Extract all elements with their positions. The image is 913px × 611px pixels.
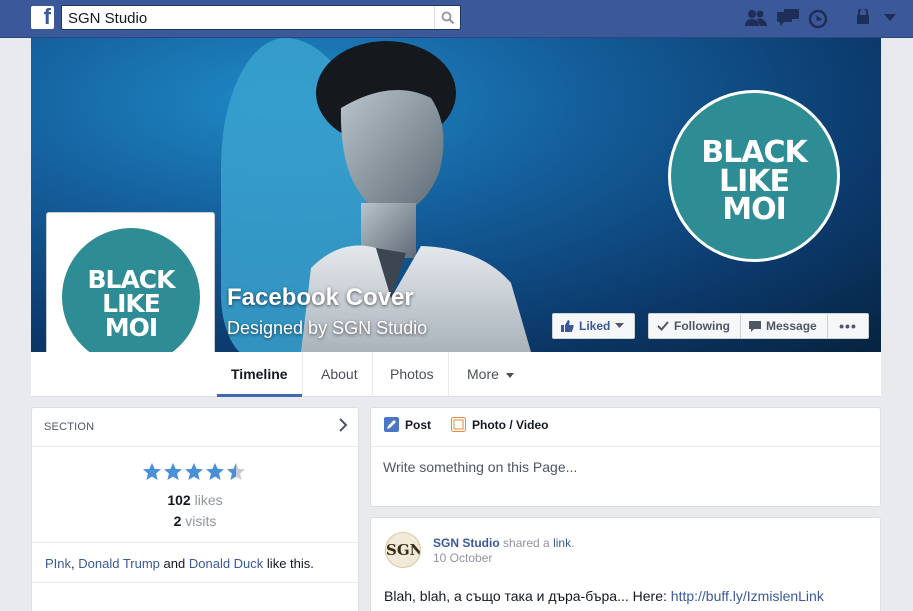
avatar-logo-text: SGN <box>386 541 421 559</box>
tab-photos[interactable]: Photos <box>376 352 449 397</box>
thumbs-up-icon <box>561 320 574 332</box>
star-icon <box>227 463 245 480</box>
checkmark-icon <box>657 321 669 331</box>
tab-timeline[interactable]: Timeline <box>217 352 303 397</box>
post-header: SGN Studio shared a link. <box>433 536 575 550</box>
search-input[interactable]: SGN Studio <box>68 10 147 27</box>
search-box[interactable]: SGN Studio <box>61 5 461 30</box>
like-this-text: like this. <box>266 556 314 571</box>
section-title: SECTION <box>44 421 95 433</box>
composer-input[interactable]: Write something on this Page... <box>371 446 880 487</box>
visits-count-line: 2 visits <box>32 513 358 529</box>
likes-count: 102 <box>167 492 191 508</box>
post-shared-link[interactable]: link <box>553 536 571 550</box>
post-composer: Post Photo / Video Write something on th… <box>370 407 881 507</box>
tab-about[interactable]: About <box>307 352 373 397</box>
cover-logo-line-3: MOI <box>722 192 787 227</box>
page-title: Facebook Cover <box>227 284 414 311</box>
page-tab-bar: Timeline About Photos More <box>31 352 881 397</box>
friend-link-donald-trump[interactable]: Donald Trump <box>78 556 160 571</box>
search-button[interactable] <box>434 6 460 29</box>
message-label: Message <box>766 319 817 333</box>
divider <box>32 582 358 583</box>
post-body-text: Blah, blah, а също така и дъра-бъра... H… <box>384 588 667 604</box>
composer-tab-post[interactable]: Post <box>384 417 431 432</box>
timeline-post: SGN SGN Studio shared a link. 10 October… <box>370 517 881 611</box>
profile-logo-line-3: MOI <box>104 312 158 342</box>
divider <box>32 542 358 543</box>
friends-like-line: PInk, Donald Trump and Donald Duck like … <box>45 556 314 571</box>
rating-stars <box>142 462 246 482</box>
star-icon <box>185 463 203 480</box>
star-icon <box>164 463 182 480</box>
visits-label: visits <box>185 513 217 529</box>
chevron-right-icon[interactable] <box>338 418 348 432</box>
following-label: Following <box>674 319 730 333</box>
search-icon <box>441 11 455 25</box>
cover-logo-badge: BLACK LIKE MOI <box>668 90 840 262</box>
account-menu-arrow-icon[interactable] <box>884 14 896 22</box>
privacy-shortcuts-icon[interactable] <box>856 9 874 25</box>
liked-button[interactable]: Liked <box>552 313 635 339</box>
chevron-down-icon <box>505 372 514 378</box>
post-author-avatar[interactable]: SGN <box>385 532 421 568</box>
post-body: Blah, blah, а също така и дъра-бъра... H… <box>384 588 824 604</box>
message-bubble-icon <box>749 320 761 332</box>
friend-link-donald-duck[interactable]: Donald Duck <box>189 556 263 571</box>
visits-count: 2 <box>173 513 182 529</box>
post-action-text: shared a <box>503 536 550 550</box>
top-navigation-bar: f SGN Studio <box>0 0 913 38</box>
likes-count-line: 102 likes <box>32 492 358 508</box>
chevron-down-icon <box>615 323 625 328</box>
following-button[interactable]: Following <box>648 313 741 339</box>
facebook-logo-icon[interactable]: f <box>31 4 54 29</box>
messages-icon[interactable] <box>777 9 799 27</box>
tab-more-label: More <box>467 366 499 382</box>
liked-label: Liked <box>579 319 611 333</box>
composer-tab-post-label: Post <box>405 417 432 432</box>
more-options-button[interactable]: ••• <box>827 313 869 339</box>
section-header[interactable]: SECTION <box>32 408 358 447</box>
post-timestamp[interactable]: 10 October <box>433 551 492 565</box>
more-options-dots-icon: ••• <box>839 318 857 334</box>
pencil-icon <box>384 417 399 432</box>
likes-label: likes <box>194 492 223 508</box>
photo-icon <box>451 417 466 432</box>
star-icon <box>143 463 161 480</box>
composer-tab-photo-label: Photo / Video <box>472 417 549 432</box>
post-body-link[interactable]: http://buff.ly/IzmislenLink <box>671 588 824 604</box>
tab-more[interactable]: More <box>453 352 528 397</box>
profile-logo-badge: BLACK LIKE MOI <box>59 225 203 369</box>
star-icon <box>206 463 224 480</box>
post-author-link[interactable]: SGN Studio <box>433 536 500 550</box>
profile-logo-line-2: LIKE <box>102 288 161 318</box>
notifications-globe-icon[interactable] <box>808 9 828 29</box>
section-panel: SECTION 102 likes 2 visits PInk, Donald … <box>31 407 359 611</box>
composer-tab-photo-video[interactable]: Photo / Video <box>451 417 548 432</box>
friend-link-pink[interactable]: PInk <box>45 556 71 571</box>
friend-requests-icon[interactable] <box>745 9 767 27</box>
message-button[interactable]: Message <box>740 313 828 339</box>
page-subtitle: Designed by SGN Studio <box>227 318 428 338</box>
and-text: and <box>163 556 186 571</box>
